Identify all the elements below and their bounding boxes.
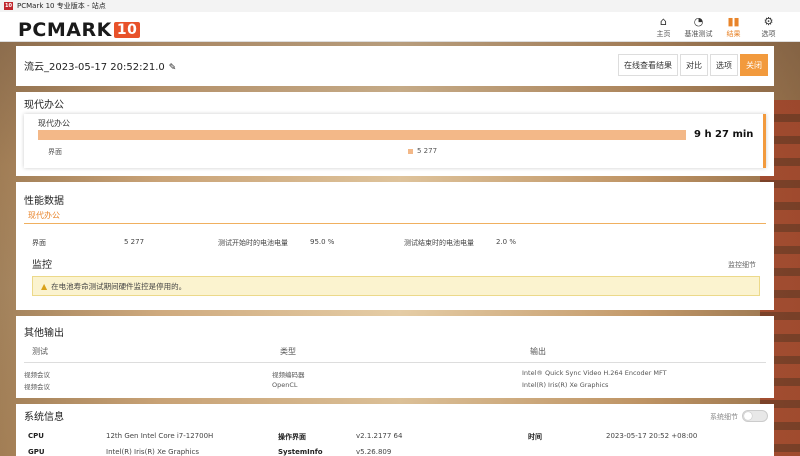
app-header: PCMARK 10 ⌂ 主页 ◔ 基准测试 ▮▮ 结果 ⚙ 选项: [0, 12, 800, 42]
perf-key-3: 测试结束时的电池电量: [404, 239, 474, 247]
perf-value-1: 5 277: [124, 238, 145, 246]
nav-options-label: 选项: [761, 30, 776, 38]
table-divider: [24, 362, 766, 363]
compare-button[interactable]: 对比: [680, 54, 708, 76]
sys-key: CPU: [28, 432, 44, 440]
monitor-details-link[interactable]: 监控细节: [728, 260, 756, 270]
sys-value: 12th Gen Intel Core i7-12700H: [106, 432, 214, 440]
monitoring-warning: ▲ 在电池寿命测试期间硬件监控是停用的。: [32, 276, 760, 296]
table-cell: 视频会议: [24, 383, 50, 391]
window-titlebar: 10 PCMark 10 专业版本 - 站点: [0, 0, 800, 12]
edit-icon[interactable]: ✎: [169, 63, 177, 73]
sys-key: 操作界面: [278, 433, 306, 441]
run-name: 流云_2023-05-17 20:52:21.0 ✎: [24, 58, 176, 73]
table-cell: 视频会议: [24, 371, 50, 379]
nav-home[interactable]: ⌂ 主页: [646, 13, 681, 39]
gauge-icon: ◔: [693, 15, 704, 28]
main-nav: ⌂ 主页 ◔ 基准测试 ▮▮ 结果 ⚙ 选项: [646, 13, 786, 39]
perf-key-2: 测试开始时的电池电量: [218, 239, 288, 247]
tab-underline: [24, 223, 766, 224]
nav-benchmarks[interactable]: ◔ 基准测试: [681, 13, 716, 39]
table-cell: OpenCL: [272, 381, 298, 389]
table-cell: 视频编码器: [272, 371, 305, 379]
col-header-output: 输出: [530, 347, 546, 356]
nav-home-label: 主页: [656, 30, 671, 38]
legend-value: 5 277: [417, 147, 438, 155]
other-output-panel: 其他输出 测试 类型 输出 视频会议 视频编码器 Intel® Quick Sy…: [16, 316, 774, 398]
nav-options[interactable]: ⚙ 选项: [751, 13, 786, 39]
sys-value: Intel(R) Iris(R) Xe Graphics: [106, 448, 200, 456]
result-title-panel: 流云_2023-05-17 20:52:21.0 ✎ 在线查看结果 对比 选项 关…: [16, 46, 774, 86]
run-name-text: 流云_2023-05-17 20:52:21.0: [24, 62, 165, 73]
logo-number: 10: [113, 22, 141, 38]
sys-value: 2023-05-17 20:52 +08:00: [606, 432, 698, 440]
perf-key-1: 界面: [32, 239, 46, 247]
office-score-panel: 现代办公 现代办公 9 h 27 min 界面 5 277: [16, 92, 774, 176]
sys-key: GPU: [28, 448, 45, 456]
score-bar: [38, 130, 686, 140]
legend-name: 界面: [48, 148, 62, 156]
col-header-test: 测试: [32, 347, 48, 356]
performance-panel: 性能数据 现代办公 界面 5 277 测试开始时的电池电量 95.0 % 测试结…: [16, 182, 774, 310]
logo-text: PCMARK: [18, 19, 112, 41]
nav-benchmarks-label: 基准测试: [684, 30, 713, 38]
window-title: PCMark 10 专业版本 - 站点: [17, 2, 106, 10]
office-section-title: 现代办公: [24, 100, 64, 111]
sys-key: SystemInfo: [278, 448, 323, 456]
sys-value: v5.26.809: [356, 448, 392, 456]
nav-results[interactable]: ▮▮ 结果: [716, 13, 751, 39]
bar-chart-icon: ▮▮: [727, 15, 740, 28]
score-card-label: 现代办公: [38, 119, 70, 128]
pcmark-logo: PCMARK 10: [18, 19, 141, 41]
perf-value-3: 2.0 %: [496, 238, 517, 246]
app-icon: 10: [4, 2, 13, 10]
system-details-toggle[interactable]: [742, 410, 768, 422]
table-cell: Intel(R) Iris(R) Xe Graphics: [522, 381, 609, 389]
perf-section-title: 性能数据: [24, 196, 64, 207]
sys-key: 时间: [528, 433, 542, 441]
warning-icon: ▲: [41, 281, 48, 291]
system-details-label: 系统细节: [710, 413, 738, 421]
close-button[interactable]: 关闭: [740, 54, 768, 76]
gear-icon: ⚙: [763, 15, 774, 28]
tab-modern-office[interactable]: 现代办公: [28, 210, 60, 221]
system-info-panel: 系统信息 系统细节 CPU 12th Gen Intel Core i7-127…: [16, 404, 774, 456]
sys-value: v2.1.2177 64: [356, 432, 403, 440]
view-online-button[interactable]: 在线查看结果: [618, 54, 678, 76]
score-bar-fill: [38, 130, 686, 140]
result-actions: 在线查看结果 对比 选项 关闭: [618, 54, 768, 76]
col-header-type: 类型: [280, 347, 296, 356]
table-cell: Intel® Quick Sync Video H.264 Encoder MF…: [522, 369, 667, 377]
options-button[interactable]: 选项: [710, 54, 738, 76]
home-icon: ⌂: [660, 15, 667, 28]
monitor-title: 监控: [32, 260, 52, 271]
nav-results-label: 结果: [726, 30, 741, 38]
score-value: 9 h 27 min: [694, 129, 754, 140]
warning-text: 在电池寿命测试期间硬件监控是停用的。: [51, 281, 187, 291]
other-section-title: 其他输出: [24, 328, 64, 339]
legend-swatch: [408, 149, 413, 154]
sys-section-title: 系统信息: [24, 412, 64, 423]
perf-value-2: 95.0 %: [310, 238, 335, 246]
score-card: 现代办公 9 h 27 min 界面 5 277: [24, 114, 766, 168]
